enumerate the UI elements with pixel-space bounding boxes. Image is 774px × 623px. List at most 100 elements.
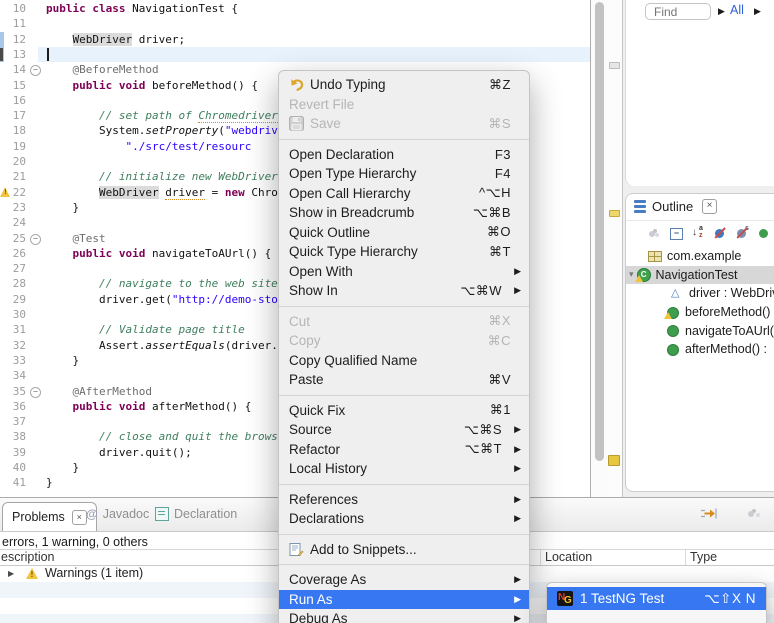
find-scope-all[interactable]: All bbox=[730, 3, 744, 17]
problems-summary: errors, 1 warning, 0 others bbox=[2, 535, 148, 549]
code-text: public void navigateToAUrl() { bbox=[46, 247, 271, 260]
menu-item-quick-fix[interactable]: Quick Fix⌘1 bbox=[279, 401, 529, 421]
outline-title[interactable]: Outline bbox=[652, 199, 693, 214]
hide-nonpublic-icon[interactable] bbox=[758, 227, 771, 240]
menu-item-label: Open Type Hierarchy bbox=[289, 166, 416, 181]
menu-item-label: Quick Outline bbox=[289, 225, 370, 240]
outline-item-label: NavigationTest bbox=[656, 268, 738, 282]
hide-static-icon[interactable]: s bbox=[736, 227, 749, 240]
column-header-type[interactable]: Type bbox=[690, 550, 717, 564]
find-input[interactable] bbox=[645, 3, 711, 20]
menu-item-undo-typing[interactable]: Undo Typing⌘Z bbox=[279, 75, 529, 95]
menu-item-paste[interactable]: Paste⌘V bbox=[279, 370, 529, 390]
column-header-escription[interactable]: escription bbox=[1, 550, 55, 564]
arrow-right-icon[interactable]: ▶ bbox=[718, 6, 725, 17]
menu-item-debug-as[interactable]: Debug As▶ bbox=[279, 609, 529, 623]
column-divider[interactable] bbox=[540, 550, 541, 565]
pin-arrow-icon[interactable] bbox=[700, 507, 717, 525]
menu-item-declarations[interactable]: Declarations▶ bbox=[279, 509, 529, 529]
expander-down-icon[interactable]: ▾ bbox=[629, 269, 634, 280]
menu-shortcut: ⌥⌘S bbox=[464, 422, 502, 438]
submenu-arrow-icon: ▶ bbox=[514, 266, 521, 277]
outline-item-navigatetoaurl[interactable]: navigateToAUrl() bbox=[626, 321, 774, 340]
code-text: } bbox=[46, 201, 79, 214]
menu-item-label: Open Call Hierarchy bbox=[289, 186, 411, 201]
menu-item-label: Save bbox=[310, 116, 341, 131]
editor-vertical-scrollbar[interactable] bbox=[591, 0, 607, 497]
menu-separator bbox=[279, 395, 529, 396]
menu-item-refactor[interactable]: Refactor⌥⌘T▶ bbox=[279, 440, 529, 460]
expander-right-icon[interactable]: ▶ bbox=[8, 569, 14, 578]
code-text: // close and quit the browse bbox=[46, 430, 284, 443]
outline-item-com-example[interactable]: com.example bbox=[626, 247, 774, 266]
outline-item-beforemethod[interactable]: beforeMethod() bbox=[626, 303, 774, 322]
menu-item-quick-outline[interactable]: Quick Outline⌘O bbox=[279, 223, 529, 243]
fold-collapse-icon[interactable]: − bbox=[30, 387, 41, 398]
menu-item-copy-qualified-name[interactable]: Copy Qualified Name bbox=[279, 351, 529, 371]
column-divider[interactable] bbox=[685, 550, 686, 565]
sort-icon[interactable]: ↓az bbox=[692, 227, 705, 240]
scrollbar-thumb[interactable] bbox=[595, 2, 604, 461]
line-number: 17 bbox=[0, 109, 26, 122]
menu-item-run-as[interactable]: Run As▶ bbox=[279, 590, 529, 610]
menu-item-local-history[interactable]: Local History▶ bbox=[279, 459, 529, 479]
menu-item-open-call-hierarchy[interactable]: Open Call Hierarchy^⌥H bbox=[279, 184, 529, 204]
tab-javadoc[interactable]: @Javadoc bbox=[86, 507, 149, 521]
line-number: 40 bbox=[0, 461, 26, 474]
line-number: 30 bbox=[0, 308, 26, 321]
line-number: 10 bbox=[0, 2, 26, 15]
code-text: System.setProperty("webdrive bbox=[46, 124, 284, 137]
code-line-11[interactable]: 11 bbox=[0, 16, 622, 31]
menu-item-quick-type-hierarchy[interactable]: Quick Type Hierarchy⌘T bbox=[279, 242, 529, 262]
line-number: 25 bbox=[0, 232, 26, 245]
menu-item-open-type-hierarchy[interactable]: Open Type HierarchyF4 bbox=[279, 164, 529, 184]
menu-item-label: Refactor bbox=[289, 442, 340, 457]
menu-item-coverage-as[interactable]: Coverage As▶ bbox=[279, 570, 529, 590]
outline-item-navigationtest[interactable]: ▾ NavigationTest bbox=[626, 266, 774, 285]
fold-collapse-icon[interactable]: − bbox=[30, 65, 41, 76]
collapse-all-icon[interactable]: − bbox=[670, 227, 683, 240]
occurrence-marker[interactable] bbox=[609, 62, 620, 69]
caret-ruler-marker bbox=[0, 48, 3, 61]
menu-item-label: Local History bbox=[289, 461, 367, 476]
outline-header: Outline × bbox=[626, 194, 774, 221]
fold-collapse-icon[interactable]: − bbox=[30, 234, 41, 245]
menu-shortcut: ⌘C bbox=[488, 333, 511, 349]
menu-item-label: Show in Breadcrumb bbox=[289, 205, 414, 220]
code-line-12[interactable]: 12WebDriver driver; bbox=[0, 32, 622, 47]
focus-icon[interactable] bbox=[648, 227, 661, 240]
menu-item-open-declaration[interactable]: Open DeclarationF3 bbox=[279, 145, 529, 165]
tab-problems[interactable]: Problems× bbox=[2, 502, 97, 531]
code-text: public void afterMethod() { bbox=[46, 400, 251, 413]
view-menu-icon[interactable] bbox=[748, 511, 754, 517]
outline-item-aftermethod[interactable]: afterMethod() : bbox=[626, 340, 774, 359]
close-icon[interactable]: × bbox=[702, 199, 717, 214]
menu-item-references[interactable]: References▶ bbox=[279, 490, 529, 510]
warning-marker[interactable] bbox=[609, 210, 620, 217]
menu-item-label: Copy Qualified Name bbox=[289, 353, 417, 368]
code-line-10[interactable]: 10public class NavigationTest { bbox=[0, 1, 622, 16]
menu-item-show-in-breadcrumb[interactable]: Show in Breadcrumb⌥⌘B bbox=[279, 203, 529, 223]
code-text: // set path of Chromedriver bbox=[46, 109, 278, 122]
outline-view-icon bbox=[634, 200, 646, 213]
annotation-ruler[interactable] bbox=[607, 0, 622, 497]
hide-fields-icon[interactable] bbox=[714, 227, 727, 240]
code-text: @BeforeMethod bbox=[46, 63, 159, 76]
menu-separator bbox=[279, 484, 529, 485]
menu-item-show-in[interactable]: Show In⌥⌘W▶ bbox=[279, 281, 529, 301]
column-header-location[interactable]: Location bbox=[545, 550, 592, 564]
close-icon[interactable]: × bbox=[72, 510, 87, 525]
tab-label: Javadoc bbox=[103, 507, 150, 521]
warning-aggregate-marker[interactable] bbox=[608, 455, 620, 466]
tab-declaration[interactable]: Declaration bbox=[155, 507, 237, 521]
menu-item-source[interactable]: Source⌥⌘S▶ bbox=[279, 420, 529, 440]
outline-item-driver-webdriv[interactable]: △driver : WebDriv bbox=[626, 284, 774, 303]
outline-item-label: navigateToAUrl() bbox=[685, 324, 774, 338]
line-number: 14 bbox=[0, 63, 26, 76]
menu-item-open-with[interactable]: Open With▶ bbox=[279, 262, 529, 282]
save-icon bbox=[289, 116, 305, 131]
code-line-13[interactable]: 13 bbox=[0, 47, 622, 62]
menu-item-add-to-snippets[interactable]: Add to Snippets... bbox=[279, 540, 529, 560]
arrow-right-icon[interactable]: ▶ bbox=[754, 6, 761, 17]
submenu-item-1-testng-test[interactable]: NG1 TestNG Test⌥⇧X N bbox=[547, 587, 766, 610]
